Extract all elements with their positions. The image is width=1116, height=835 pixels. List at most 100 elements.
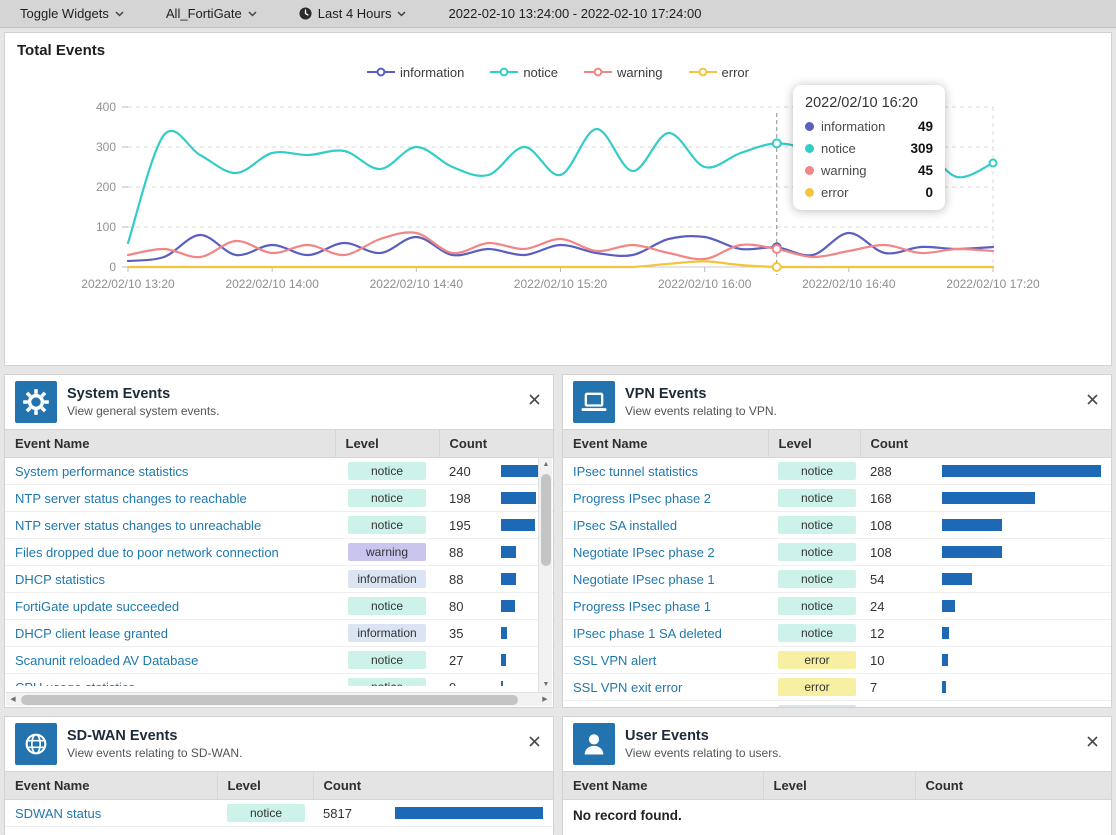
column-header-count[interactable]: Count xyxy=(915,772,1111,800)
table-header-row: Event Name Level Count xyxy=(563,430,1111,458)
tooltip-label: information xyxy=(821,119,885,134)
event-name-link[interactable]: System performance statistics xyxy=(15,464,188,479)
close-icon[interactable] xyxy=(1084,731,1101,755)
chevron-down-icon xyxy=(397,11,406,17)
level-badge: information xyxy=(778,705,856,708)
column-header-count[interactable]: Count xyxy=(313,772,553,800)
column-header-event-name[interactable]: Event Name xyxy=(5,772,217,800)
legend-item-notice[interactable]: notice xyxy=(490,65,558,80)
level-badge: error xyxy=(778,678,856,696)
scroll-left-arrow[interactable]: ◀ xyxy=(6,693,20,707)
total-events-panel: Total Events information notice warning err… xyxy=(4,32,1112,366)
count-value: 9 xyxy=(449,680,501,687)
level-badge: information xyxy=(348,624,426,642)
column-header-event-name[interactable]: Event Name xyxy=(563,430,768,458)
scroll-right-arrow[interactable]: ▶ xyxy=(538,693,552,707)
close-icon[interactable] xyxy=(526,389,543,413)
widget-titles: VPN Events View events relating to VPN. xyxy=(625,386,777,418)
table-row: Negotiate IPsec phase 1notice54 xyxy=(563,566,1111,593)
table-row: SSL VPN exit errorerror7 xyxy=(563,674,1111,701)
widget-titles: System Events View general system events… xyxy=(67,386,220,418)
event-name-link[interactable]: Negotiate IPsec phase 1 xyxy=(573,572,715,587)
column-header-level[interactable]: Level xyxy=(335,430,439,458)
event-name-link[interactable]: NTP server status changes to reachable xyxy=(15,491,247,506)
scroll-up-arrow[interactable]: ▲ xyxy=(539,458,553,472)
table-row: DHCP statisticsinformation88 xyxy=(5,566,553,593)
count-bar xyxy=(942,681,946,693)
event-name-link[interactable]: CPU usage statistics xyxy=(15,680,135,687)
toggle-widgets-dropdown[interactable]: Toggle Widgets xyxy=(20,6,124,21)
widget-header: System Events View general system events… xyxy=(5,375,553,429)
event-name-link[interactable]: IPsec tunnel statistics xyxy=(573,464,698,479)
column-header-level[interactable]: Level xyxy=(768,430,860,458)
column-header-level[interactable]: Level xyxy=(763,772,915,800)
chart-legend: information notice warning error xyxy=(5,61,1111,83)
event-name-link[interactable]: IPsec phase 1 SA deleted xyxy=(573,626,722,641)
event-name-link[interactable]: DHCP statistics xyxy=(15,572,105,587)
column-header-event-name[interactable]: Event Name xyxy=(563,772,763,800)
event-name-link[interactable]: NTP server status changes to unreachable xyxy=(15,518,261,533)
count-bar xyxy=(942,492,1035,504)
level-badge: notice xyxy=(778,516,856,534)
event-name-link[interactable]: SSL VPN exit error xyxy=(573,680,682,695)
vertical-scroll-thumb[interactable] xyxy=(541,474,551,566)
tooltip-value: 45 xyxy=(918,163,933,178)
notice-end-marker xyxy=(990,160,997,167)
warning-hover-marker xyxy=(773,245,781,253)
svg-text:100: 100 xyxy=(96,220,116,234)
column-header-event-name[interactable]: Event Name xyxy=(5,430,335,458)
vertical-scrollbar[interactable]: ▲ ▼ xyxy=(538,458,552,692)
device-dropdown[interactable]: All_FortiGate xyxy=(166,6,257,21)
count-bar xyxy=(942,600,955,612)
count-value: 108 xyxy=(870,518,942,533)
time-range-dropdown[interactable]: Last 4 Hours xyxy=(299,6,407,21)
count-value: 168 xyxy=(870,491,942,506)
count-value: 108 xyxy=(870,545,942,560)
event-name-link[interactable]: Files dropped due to poor network connec… xyxy=(15,545,279,560)
count-bar xyxy=(501,681,503,686)
table-row: SSL VPN alerterror10 xyxy=(563,647,1111,674)
table-row: Files dropped due to poor network connec… xyxy=(5,539,553,566)
event-name-link[interactable]: SDWAN status xyxy=(15,806,101,821)
close-icon[interactable] xyxy=(526,731,543,755)
event-name-link[interactable]: IPsec SA installed xyxy=(573,518,677,533)
legend-item-error[interactable]: error xyxy=(689,65,749,80)
event-name-link[interactable]: FortiGate update succeeded xyxy=(15,599,179,614)
count-bar xyxy=(501,519,535,531)
scroll-down-arrow[interactable]: ▼ xyxy=(539,678,553,692)
horizontal-scrollbar[interactable]: ◀ ▶ xyxy=(6,692,552,706)
count-bar xyxy=(942,465,1101,477)
table-header-row: Event Name Level Count xyxy=(5,772,553,800)
chart-tooltip: 2022/02/10 16:20 information49notice309w… xyxy=(793,85,945,210)
legend-item-warning[interactable]: warning xyxy=(584,65,663,80)
event-name-link[interactable]: SSL VPN alert xyxy=(573,653,656,668)
column-header-count[interactable]: Count xyxy=(439,430,553,458)
level-badge: notice xyxy=(348,489,426,507)
horizontal-scroll-thumb[interactable] xyxy=(21,695,518,705)
event-name-link[interactable]: SSL VPN new connection xyxy=(573,707,721,709)
widget-titles: User Events View events relating to user… xyxy=(625,728,782,760)
count-bar xyxy=(501,465,543,477)
chart-title: Total Events xyxy=(5,33,1111,61)
level-badge: notice xyxy=(778,462,856,480)
close-icon[interactable] xyxy=(1084,389,1101,413)
top-toolbar: Toggle Widgets All_FortiGate Last 4 Hour… xyxy=(0,0,1116,28)
event-name-link[interactable]: Progress IPsec phase 1 xyxy=(573,599,711,614)
event-name-link[interactable]: Scanunit reloaded AV Database xyxy=(15,653,198,668)
gear-icon xyxy=(15,381,57,423)
svg-text:2022/02/10 14:40: 2022/02/10 14:40 xyxy=(370,277,464,291)
svg-text:400: 400 xyxy=(96,100,116,114)
event-name-link[interactable]: Negotiate IPsec phase 2 xyxy=(573,545,715,560)
legend-item-information[interactable]: information xyxy=(367,65,464,80)
tooltip-value: 0 xyxy=(925,185,933,200)
event-name-link[interactable]: DHCP client lease granted xyxy=(15,626,168,641)
event-name-link[interactable]: Progress IPsec phase 2 xyxy=(573,491,711,506)
column-header-level[interactable]: Level xyxy=(217,772,313,800)
level-badge: notice xyxy=(348,678,426,686)
person-icon xyxy=(573,723,615,765)
legend-label: error xyxy=(722,65,749,80)
globe-icon xyxy=(15,723,57,765)
device-label: All_FortiGate xyxy=(166,6,242,21)
column-header-count[interactable]: Count xyxy=(860,430,1111,458)
clock-icon xyxy=(299,7,312,20)
